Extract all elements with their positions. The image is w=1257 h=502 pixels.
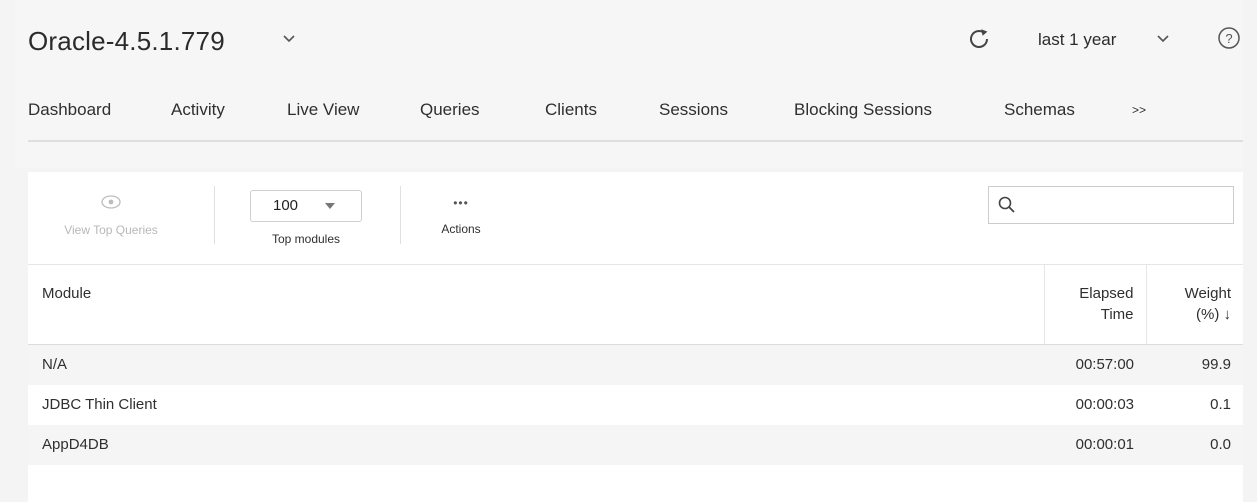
- actions-button[interactable]: ••• Actions: [424, 172, 498, 236]
- tab-live-view[interactable]: Live View: [287, 100, 420, 120]
- help-circle-icon[interactable]: ?: [1217, 26, 1241, 50]
- column-header-module[interactable]: Module: [28, 264, 1044, 345]
- actions-label: Actions: [441, 222, 481, 236]
- tab-clients[interactable]: Clients: [545, 100, 659, 120]
- column-header-label: Weight: [1184, 285, 1231, 302]
- modules-table: Module Elapsed Time Weight (%) ↓ N/A 00:57…: [28, 264, 1243, 465]
- column-header-label: Elapsed: [1079, 285, 1134, 302]
- weight-cell: 99.9: [1201, 356, 1231, 374]
- header: Oracle-4.5.1.779 last 1 year ? Dashboard…: [14, 0, 1243, 168]
- chevron-down-icon[interactable]: [1154, 30, 1172, 48]
- top-count-value: 100: [273, 197, 299, 214]
- elapsed-time-cell: 00:57:00: [1075, 356, 1134, 374]
- nav-tabs: Dashboard Activity Live View Queries Cli…: [28, 100, 1243, 120]
- module-cell: AppD4DB: [42, 436, 109, 453]
- table-row[interactable]: AppD4DB 00:00:01 0.0: [28, 424, 1243, 465]
- table-row[interactable]: JDBC Thin Client 00:00:03 0.1: [28, 384, 1243, 425]
- tab-blocking-sessions[interactable]: Blocking Sessions: [794, 100, 1004, 120]
- top-modules-label: Top modules: [271, 232, 341, 246]
- divider: [400, 186, 401, 244]
- refresh-icon[interactable]: [966, 26, 992, 52]
- search-icon: [998, 196, 1015, 213]
- weight-cell: 0.0: [1210, 436, 1231, 453]
- weight-cell: 0.1: [1210, 396, 1231, 413]
- search-input[interactable]: [1025, 193, 1225, 217]
- search-box[interactable]: [988, 186, 1234, 224]
- column-header-elapsed-time[interactable]: Elapsed Time: [1043, 264, 1146, 345]
- svg-text:?: ?: [1225, 31, 1232, 46]
- module-cell: N/A: [42, 356, 68, 374]
- top-count-select[interactable]: 100: [250, 190, 362, 222]
- top-modules-caption: Top modules: [238, 232, 374, 246]
- tabs-divider: [28, 140, 1243, 142]
- view-top-queries-label: View Top Queries: [64, 223, 158, 237]
- tab-activity[interactable]: Activity: [171, 100, 287, 120]
- chevron-down-icon[interactable]: [278, 28, 300, 50]
- table-header-row: Module Elapsed Time Weight (%) ↓: [28, 264, 1243, 345]
- caret-down-icon: [325, 203, 335, 209]
- column-header-label: (%) ↓: [1196, 306, 1231, 323]
- tabs-overflow-button[interactable]: >>: [1132, 103, 1146, 117]
- module-cell: JDBC Thin Client: [42, 396, 157, 413]
- column-header-label: Module: [42, 285, 92, 302]
- view-top-queries-button[interactable]: View Top Queries: [46, 172, 176, 237]
- more-icon: •••: [453, 196, 469, 210]
- tab-sessions[interactable]: Sessions: [659, 100, 794, 120]
- app-frame: Oracle-4.5.1.779 last 1 year ? Dashboard…: [0, 0, 1257, 502]
- eye-icon: [101, 195, 121, 209]
- page-title: Oracle-4.5.1.779: [28, 26, 225, 56]
- tab-schemas[interactable]: Schemas: [1004, 100, 1132, 120]
- elapsed-time-cell: 00:00:01: [1075, 436, 1134, 453]
- tab-queries[interactable]: Queries: [420, 100, 545, 120]
- column-header-label: Time: [1100, 306, 1134, 323]
- toolbar: View Top Queries 100 Top modules ••• Act…: [28, 172, 1243, 264]
- elapsed-time-cell: 00:00:03: [1075, 396, 1134, 413]
- table-row[interactable]: N/A 00:57:00 99.9: [28, 344, 1243, 385]
- modules-panel: View Top Queries 100 Top modules ••• Act…: [28, 172, 1243, 502]
- divider: [214, 186, 215, 244]
- column-header-weight[interactable]: Weight (%) ↓: [1145, 264, 1243, 345]
- tab-dashboard[interactable]: Dashboard: [28, 100, 171, 120]
- time-range-select[interactable]: last 1 year: [1038, 30, 1116, 50]
